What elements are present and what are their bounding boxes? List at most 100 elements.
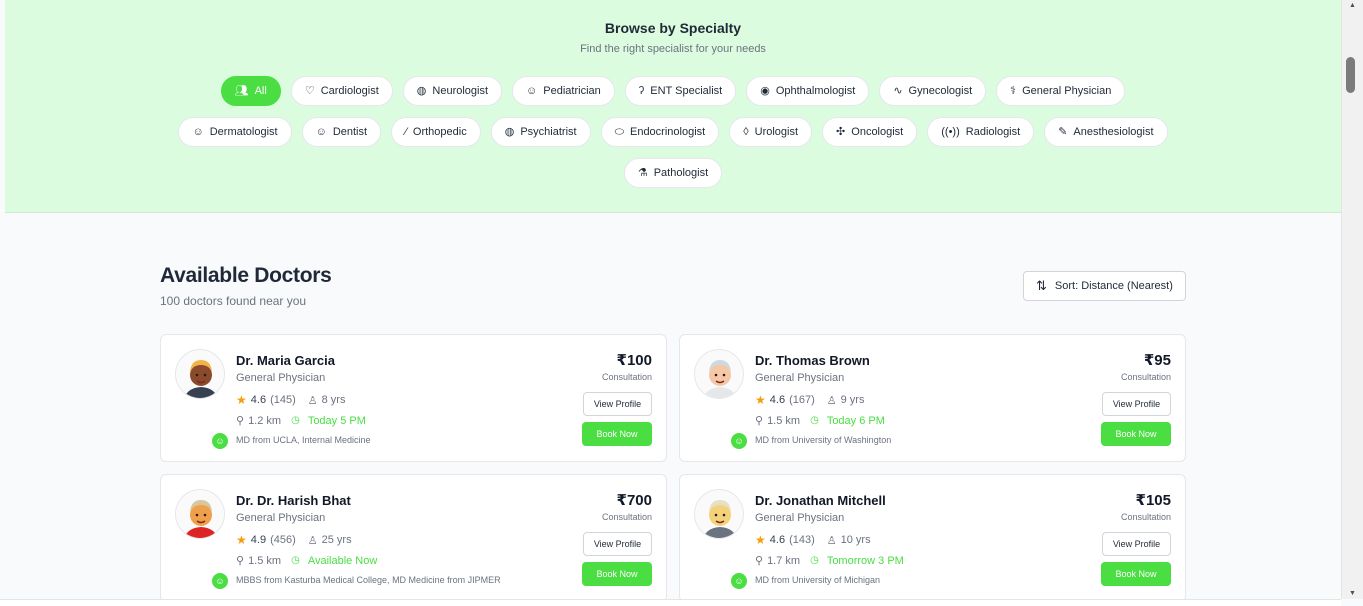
chip-ophthalmologist[interactable]: ◉ Ophthalmologist xyxy=(746,76,870,106)
price: ₹95 xyxy=(1143,352,1171,369)
doctor-name[interactable]: Dr. Dr. Harish Bhat xyxy=(236,493,351,508)
avatar xyxy=(694,349,744,399)
microscope-icon: ⚗ xyxy=(637,166,648,179)
doctor-name[interactable]: Dr. Jonathan Mitchell xyxy=(755,493,886,508)
education: MD from University of Washington xyxy=(755,435,892,445)
view-profile-button[interactable]: View Profile xyxy=(583,392,652,416)
map-pin-icon: ⚲ xyxy=(236,555,245,567)
distance: 1.2 km xyxy=(248,414,282,427)
doctor-stats: ★ 4.6 (143) ♙ 10 yrs xyxy=(755,533,871,547)
review-count: (143) xyxy=(789,534,815,546)
award-icon: ♙ xyxy=(307,394,318,407)
doctor-location: ⚲ 1.7 km ◷ Tomorrow 3 PM xyxy=(755,554,904,568)
chip-dermatologist[interactable]: ☺ Dermatologist xyxy=(178,117,292,147)
ear-icon: ʔ xyxy=(638,84,645,97)
chip-label: Endocrinologist xyxy=(629,126,706,138)
distance: 1.7 km xyxy=(767,554,801,567)
doctor-location: ⚲ 1.5 km ◷ Available Now xyxy=(236,554,377,568)
chip-urologist[interactable]: ◊ Urologist xyxy=(729,117,813,147)
avatar xyxy=(175,489,225,539)
view-profile-button[interactable]: View Profile xyxy=(583,532,652,556)
rating: 4.9 xyxy=(250,534,267,546)
doctor-card[interactable]: ☺ Dr. Jonathan Mitchell General Physicia… xyxy=(679,474,1186,602)
chip-endocrinologist[interactable]: ⬭ Endocrinologist xyxy=(600,117,720,147)
chip-psychiatrist[interactable]: ◍ Psychiatrist xyxy=(490,117,591,147)
activity-icon: ∿ xyxy=(893,84,903,97)
chip-gynecologist[interactable]: ∿ Gynecologist xyxy=(879,76,987,106)
verified-badge-icon: ☺ xyxy=(731,573,747,589)
chip-label: Anesthesiologist xyxy=(1073,126,1154,138)
book-now-button[interactable]: Book Now xyxy=(582,422,652,446)
award-icon: ♙ xyxy=(826,534,837,547)
avatar xyxy=(175,349,225,399)
sort-label: Sort: Distance (Nearest) xyxy=(1054,280,1173,292)
doctor-card[interactable]: ☺ Dr. Maria Garcia General Physician ★ 4… xyxy=(160,334,667,462)
syringe-icon: ✎ xyxy=(1058,125,1068,138)
sort-arrows-icon: ⇅ xyxy=(1036,278,1047,293)
price-label: Consultation xyxy=(601,512,652,522)
review-count: (167) xyxy=(789,394,815,406)
chip-label: All xyxy=(254,85,267,97)
chip-label: Radiologist xyxy=(965,126,1021,138)
chip-orthopedic[interactable]: ⁄ Orthopedic xyxy=(391,117,481,147)
chip-general-physician[interactable]: ⚕ General Physician xyxy=(996,76,1126,106)
pill-icon: ⬭ xyxy=(614,125,624,138)
star-icon: ★ xyxy=(236,393,247,407)
chip-neurologist[interactable]: ◍ Neurologist xyxy=(402,76,503,106)
chip-anesthesiologist[interactable]: ✎ Anesthesiologist xyxy=(1044,117,1168,147)
chip-pathologist[interactable]: ⚗ Pathologist xyxy=(623,158,723,188)
education: MBBS from Kasturba Medical College, MD M… xyxy=(236,575,501,585)
scroll-thumb[interactable] xyxy=(1346,57,1355,93)
smile-icon: ☺ xyxy=(192,125,204,138)
verified-badge-icon: ☺ xyxy=(212,573,228,589)
doctor-specialty: General Physician xyxy=(755,372,845,384)
chip-all[interactable]: 👥︎ All xyxy=(220,76,281,106)
chip-dentist[interactable]: ☺ Dentist xyxy=(301,117,382,147)
clock-icon: ◷ xyxy=(810,555,819,566)
chip-oncologist[interactable]: ✣ Oncologist xyxy=(822,117,918,147)
sort-button[interactable]: ⇅ Sort: Distance (Nearest) xyxy=(1023,271,1186,301)
distance: 1.5 km xyxy=(248,554,282,567)
doctor-location: ⚲ 1.5 km ◷ Today 6 PM xyxy=(755,414,885,428)
chip-ent-specialist[interactable]: ʔ ENT Specialist xyxy=(624,76,737,106)
brain-icon: ◍ xyxy=(504,125,515,138)
chip-cardiologist[interactable]: ♡ Cardiologist xyxy=(290,76,393,106)
scroll-up-arrow-icon[interactable]: ▲ xyxy=(1342,2,1363,9)
rating: 4.6 xyxy=(250,394,267,406)
award-icon: ♙ xyxy=(307,534,318,547)
chip-label: Orthopedic xyxy=(412,126,467,138)
doctor-stats: ★ 4.6 (167) ♙ 9 yrs xyxy=(755,393,864,407)
availability: Today 5 PM xyxy=(307,414,366,427)
award-icon: ♙ xyxy=(826,394,837,407)
scrollbar[interactable]: ▲ ▼ xyxy=(1341,0,1363,599)
price: ₹100 xyxy=(616,352,652,369)
specialty-title: Browse by Specialty xyxy=(604,20,742,36)
clock-icon: ◷ xyxy=(291,415,300,426)
doctor-name[interactable]: Dr. Thomas Brown xyxy=(755,353,870,368)
specialty-subtitle: Find the right specialist for your needs xyxy=(580,43,766,55)
verified-badge-icon: ☺ xyxy=(731,433,747,449)
dna-icon: ✣ xyxy=(836,125,846,138)
doctor-card[interactable]: ☺ Dr. Dr. Harish Bhat General Physician … xyxy=(160,474,667,602)
chip-pediatrician[interactable]: ☺ Pediatrician xyxy=(512,76,615,106)
chip-label: Urologist xyxy=(754,126,799,138)
doctor-name[interactable]: Dr. Maria Garcia xyxy=(236,353,335,368)
heart-icon: ♡ xyxy=(304,84,315,97)
chip-radiologist[interactable]: ((•)) Radiologist xyxy=(927,117,1035,147)
view-profile-button[interactable]: View Profile xyxy=(1102,392,1171,416)
book-now-button[interactable]: Book Now xyxy=(1101,422,1171,446)
price: ₹700 xyxy=(616,492,652,509)
page-title: Available Doctors xyxy=(160,264,332,287)
review-count: (145) xyxy=(270,394,296,406)
doctor-card[interactable]: ☺ Dr. Thomas Brown General Physician ★ 4… xyxy=(679,334,1186,462)
view-profile-button[interactable]: View Profile xyxy=(1102,532,1171,556)
experience: 10 yrs xyxy=(840,534,871,546)
chip-label: Dermatologist xyxy=(209,126,278,138)
scroll-down-arrow-icon[interactable]: ▼ xyxy=(1342,590,1363,597)
specialty-chip-row: 👥︎ All ♡ Cardiologist ◍ Neurologist ☺ Pediat… xyxy=(5,76,1341,106)
book-now-button[interactable]: Book Now xyxy=(1101,562,1171,586)
chip-label: Ophthalmologist xyxy=(775,85,856,97)
chip-label: ENT Specialist xyxy=(650,85,723,97)
chip-label: Neurologist xyxy=(432,85,489,97)
book-now-button[interactable]: Book Now xyxy=(582,562,652,586)
